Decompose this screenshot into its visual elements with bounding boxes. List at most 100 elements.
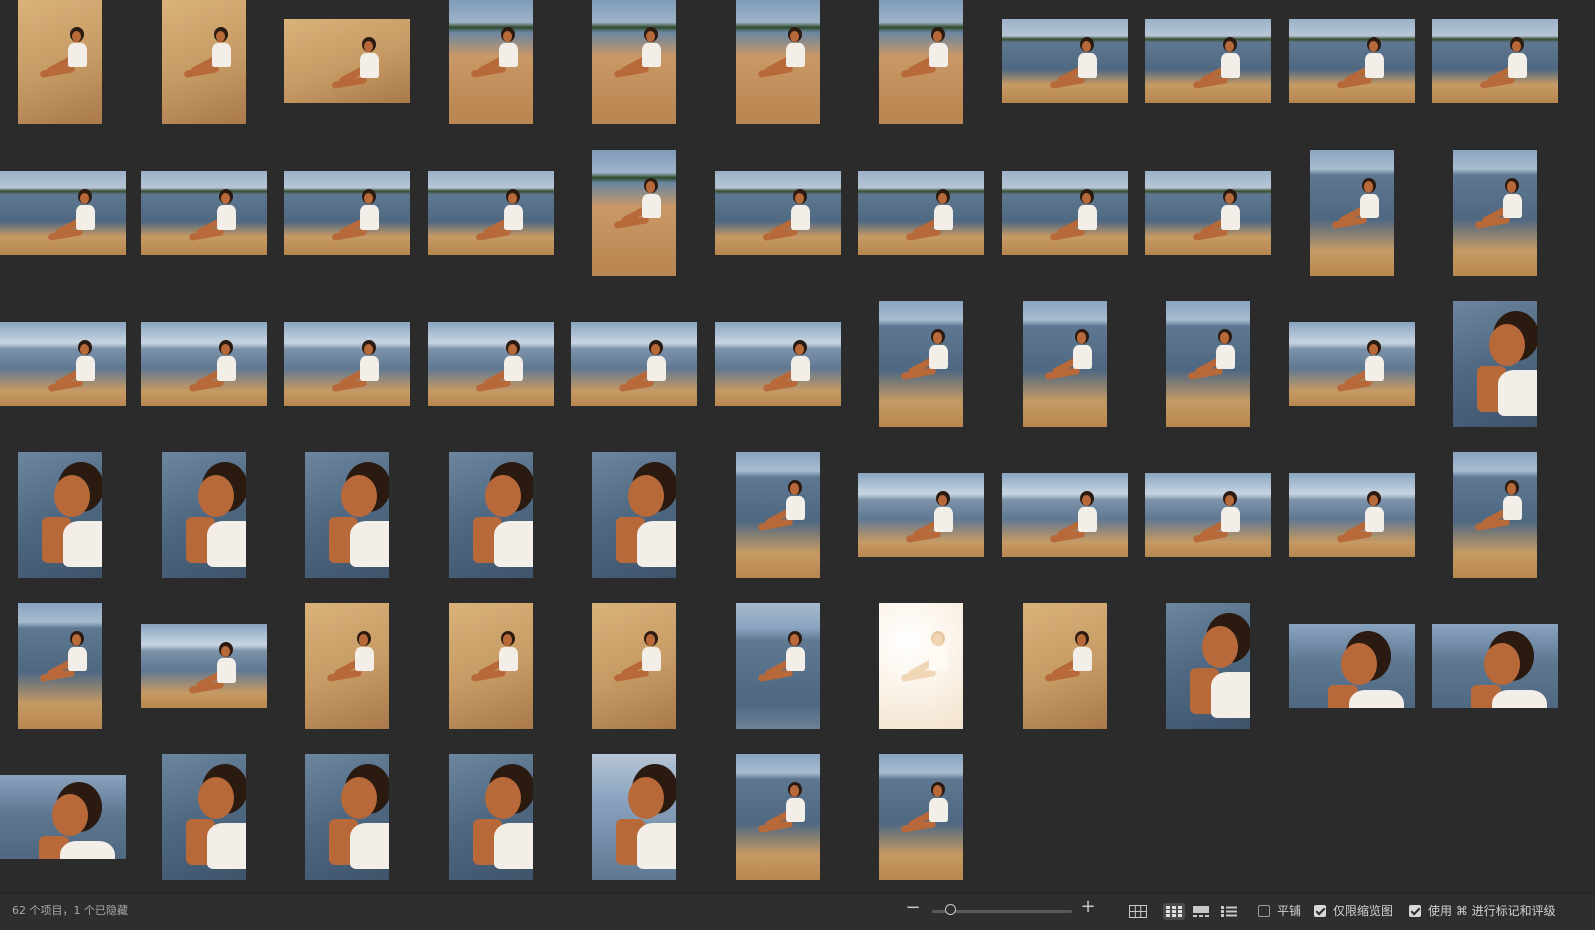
photo-thumbnail[interactable] (305, 603, 389, 729)
photo-thumbnail[interactable] (1453, 150, 1537, 276)
photo-thumbnail[interactable] (1289, 322, 1415, 406)
shirt-shape (68, 43, 87, 68)
photo-thumbnail[interactable] (736, 452, 820, 578)
photo-thumbnail[interactable] (18, 452, 102, 578)
shirt-shape (76, 356, 95, 381)
shirt-shape (1503, 193, 1522, 218)
shirt-shape (349, 520, 389, 568)
shirt-shape (636, 822, 676, 870)
photo-thumbnail[interactable] (284, 322, 410, 406)
zoom-out-button[interactable]: − (905, 897, 921, 918)
use-cmd-checkbox[interactable] (1409, 905, 1421, 917)
photo-thumbnail[interactable] (858, 171, 984, 255)
photo-thumbnail[interactable] (284, 171, 410, 255)
tile-label[interactable]: 平铺 (1277, 902, 1301, 919)
photo-thumbnail[interactable] (305, 452, 389, 578)
photo-thumbnail[interactable] (162, 754, 246, 880)
photo-thumbnail[interactable] (449, 603, 533, 729)
photo-thumbnail[interactable] (1289, 473, 1415, 557)
photo-thumbnail[interactable] (1289, 19, 1415, 103)
photo-thumbnail[interactable] (1145, 171, 1271, 255)
photo-thumbnail[interactable] (162, 0, 246, 124)
photo-thumbnail[interactable] (592, 603, 676, 729)
photo-thumbnail[interactable] (1002, 473, 1128, 557)
photo-thumbnail[interactable] (736, 754, 820, 880)
photo-thumbnail[interactable] (592, 0, 676, 124)
photo-thumbnail[interactable] (592, 754, 676, 880)
face-shape (1202, 625, 1238, 668)
photo-thumbnail[interactable] (1166, 603, 1250, 729)
photo-thumbnail[interactable] (18, 603, 102, 729)
face-shape (1076, 634, 1087, 646)
view-large-grid-button[interactable] (1127, 903, 1149, 920)
photo-thumbnail[interactable] (449, 452, 533, 578)
photo-thumbnail[interactable] (1432, 624, 1558, 708)
photo-thumbnail[interactable] (1023, 301, 1107, 427)
shirt-shape (1078, 53, 1097, 78)
photo-thumbnail[interactable] (18, 0, 102, 124)
photo-thumbnail[interactable] (428, 322, 554, 406)
photo-thumbnail[interactable] (715, 322, 841, 406)
face-shape (198, 474, 234, 517)
photo-thumbnail[interactable] (1145, 19, 1271, 103)
thumbnails-only-checkbox[interactable] (1314, 905, 1326, 917)
photo-thumbnail[interactable] (428, 171, 554, 255)
photo-thumbnail[interactable] (1166, 301, 1250, 427)
shirt-shape (934, 507, 953, 532)
photo-thumbnail[interactable] (592, 150, 676, 276)
photo-thumbnail[interactable] (1310, 150, 1394, 276)
photo-thumbnail[interactable] (879, 603, 963, 729)
photo-thumbnail[interactable] (592, 452, 676, 578)
use-cmd-label[interactable]: 使用 ⌘ 进行标记和评级 (1428, 902, 1556, 919)
zoom-slider-knob[interactable] (944, 904, 956, 915)
photo-thumbnail[interactable] (0, 171, 126, 255)
photo-thumbnail[interactable] (736, 0, 820, 124)
photo-thumbnail[interactable] (0, 322, 126, 406)
thumbnail-grid (0, 0, 1595, 890)
photo-thumbnail[interactable] (141, 171, 267, 255)
face-shape (789, 785, 800, 797)
face-shape (485, 474, 521, 517)
photo-thumbnail[interactable] (879, 754, 963, 880)
shirt-shape (499, 43, 518, 68)
face-shape (358, 634, 369, 646)
face-shape (485, 776, 521, 819)
thumbnails-only-label[interactable]: 仅限缩览图 (1333, 902, 1393, 919)
photo-thumbnail[interactable] (141, 322, 267, 406)
photo-thumbnail[interactable] (1432, 19, 1558, 103)
view-filmstrip-button[interactable] (1190, 903, 1212, 920)
photo-thumbnail[interactable] (1002, 19, 1128, 103)
photo-thumbnail[interactable] (284, 19, 410, 103)
face-shape (71, 634, 82, 646)
shirt-shape (1497, 369, 1537, 417)
shirt-shape (1073, 344, 1092, 369)
photo-thumbnail[interactable] (449, 754, 533, 880)
photo-thumbnail[interactable] (571, 322, 697, 406)
photo-thumbnail[interactable] (1002, 171, 1128, 255)
tile-checkbox[interactable] (1258, 905, 1270, 917)
shirt-shape (62, 520, 102, 568)
photo-thumbnail[interactable] (0, 775, 126, 859)
small-grid-icon (1166, 906, 1182, 917)
photo-thumbnail[interactable] (141, 624, 267, 708)
shirt-shape (504, 356, 523, 381)
photo-thumbnail[interactable] (1023, 603, 1107, 729)
photo-thumbnail[interactable] (449, 0, 533, 124)
photo-thumbnail[interactable] (1453, 301, 1537, 427)
photo-thumbnail[interactable] (715, 171, 841, 255)
photo-thumbnail[interactable] (1145, 473, 1271, 557)
photo-thumbnail[interactable] (736, 603, 820, 729)
photo-thumbnail[interactable] (1289, 624, 1415, 708)
photo-thumbnail[interactable] (879, 301, 963, 427)
zoom-in-button[interactable]: + (1080, 896, 1096, 917)
photo-thumbnail[interactable] (162, 452, 246, 578)
shirt-shape (786, 797, 805, 822)
shirt-shape (1508, 53, 1527, 78)
view-small-grid-button[interactable] (1163, 903, 1185, 920)
view-list-button[interactable] (1218, 903, 1240, 920)
shirt-shape (1365, 356, 1384, 381)
photo-thumbnail[interactable] (858, 473, 984, 557)
photo-thumbnail[interactable] (879, 0, 963, 124)
photo-thumbnail[interactable] (1453, 452, 1537, 578)
photo-thumbnail[interactable] (305, 754, 389, 880)
